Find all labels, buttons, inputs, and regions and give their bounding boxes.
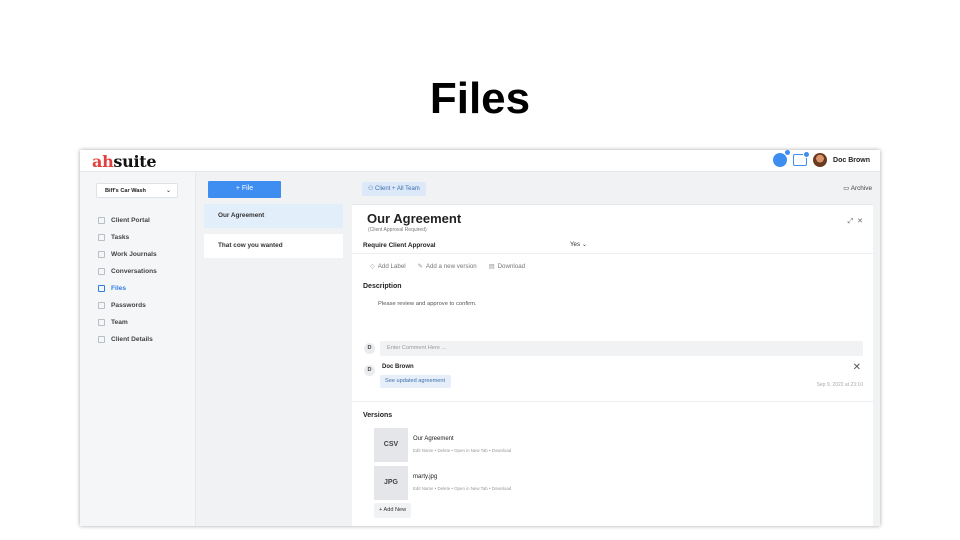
sidebar-item-tasks[interactable]: Tasks	[98, 229, 157, 246]
sidebar-item-work-journals[interactable]: Work Journals	[98, 246, 157, 263]
audience-pill[interactable]: ⚇ Client + All Team	[362, 182, 426, 196]
sidebar: Biff's Car Wash ⌄ Client Portal Tasks Wo…	[80, 172, 196, 526]
top-bar-right: Doc Brown	[773, 150, 870, 167]
account-select[interactable]: Biff's Car Wash ⌄	[96, 183, 178, 198]
version-links[interactable]: Edit Name • Delete • Open in New Tab • D…	[413, 486, 511, 491]
journal-icon	[98, 251, 105, 258]
notification-badge	[784, 150, 792, 156]
chevron-down-icon: ⌄	[581, 241, 588, 248]
top-bar: ahsuite Doc Brown	[80, 150, 880, 172]
avatar: D	[364, 343, 375, 354]
archive-icon: ▭	[843, 185, 851, 192]
version-name: Our Agreement	[413, 436, 454, 442]
sidebar-nav: Client Portal Tasks Work Journals Conver…	[98, 212, 157, 348]
comment-date: Sep 9, 2022 at 23:10	[816, 382, 863, 388]
portal-icon	[98, 217, 105, 224]
logo-text: suite	[113, 152, 157, 171]
info-icon	[98, 336, 105, 343]
file-type-thumb[interactable]: JPG	[374, 466, 408, 500]
messages-icon[interactable]	[793, 151, 811, 166]
file-detail-panel: ⚇ Client + All Team ▭ Archive Our Agreem…	[352, 172, 880, 526]
pencil-icon: ✎	[417, 263, 423, 270]
approval-row: Require Client Approval Yes ⌄	[352, 236, 873, 254]
file-subtitle: (Client Approval Required)	[368, 227, 427, 233]
comment-author: Doc Brown	[382, 364, 414, 370]
account-name: Biff's Car Wash	[105, 188, 146, 194]
add-file-button[interactable]: + File	[208, 181, 281, 198]
file-type-thumb[interactable]: CSV	[374, 428, 408, 462]
message-badge	[803, 151, 811, 158]
close-icon[interactable]: ✕	[857, 218, 863, 225]
version-links[interactable]: Edit Name • Delete • Open in New Tab • D…	[413, 448, 511, 453]
sidebar-item-files[interactable]: Files	[98, 280, 157, 297]
team-icon: ⚇	[368, 186, 376, 192]
sidebar-item-passwords[interactable]: Passwords	[98, 297, 157, 314]
slide-title: Files	[429, 74, 531, 123]
add-version-text: Add a new version	[425, 263, 477, 270]
logo-mark: ah	[92, 152, 114, 171]
description-text: Please review and approve to confirm.	[378, 301, 477, 307]
sidebar-item-team[interactable]: Team	[98, 314, 157, 331]
tasks-icon	[98, 234, 105, 241]
approval-label: Require Client Approval	[363, 242, 436, 249]
notifications-icon[interactable]	[773, 150, 792, 167]
sidebar-item-label: Tasks	[111, 234, 130, 241]
add-label-button[interactable]: ◇ Add Label	[370, 263, 406, 270]
download-text: Download	[497, 263, 526, 270]
chevron-down-icon: ⌄	[165, 188, 171, 194]
approval-value: Yes	[570, 241, 581, 248]
avatar: D	[364, 365, 375, 376]
avatar[interactable]	[813, 153, 828, 167]
file-title: Our Agreement	[367, 211, 462, 226]
close-icon[interactable]: ✕	[853, 362, 861, 373]
sidebar-item-conversations[interactable]: Conversations	[98, 263, 157, 280]
sidebar-item-client-portal[interactable]: Client Portal	[98, 212, 157, 229]
folder-icon	[98, 285, 105, 292]
sidebar-item-label: Team	[111, 319, 128, 326]
sidebar-item-label: Files	[111, 285, 127, 292]
sidebar-item-label: Client Details	[111, 336, 153, 343]
sidebar-item-label: Passwords	[111, 302, 146, 309]
file-card: Our Agreement (Client Approval Required)…	[352, 204, 873, 526]
add-label-text: Add Label	[377, 263, 406, 270]
team-icon	[98, 319, 105, 326]
comment-input[interactable]: Enter Comment Here ...	[380, 341, 863, 356]
description-heading: Description	[363, 283, 402, 290]
file-list: + File Our Agreement That cow you wanted	[196, 172, 352, 526]
file-item[interactable]: That cow you wanted	[204, 234, 343, 258]
add-version-button[interactable]: ✎ Add a new version	[418, 263, 477, 270]
download-button[interactable]: ▤ Download	[489, 263, 525, 270]
audience-label: Client + All Team	[375, 186, 420, 192]
approval-select[interactable]: Yes ⌄	[570, 241, 587, 248]
user-name[interactable]: Doc Brown	[833, 157, 870, 164]
app-window: ahsuite Doc Brown Biff's Car Wash ⌄ Clie…	[80, 150, 880, 526]
expand-icon[interactable]: ⤢	[848, 218, 854, 225]
card-controls: ⤢ ✕	[848, 217, 863, 226]
file-actions: ◇ Add Label ✎ Add a new version ▤ Download	[370, 263, 525, 270]
app-logo[interactable]: ahsuite	[92, 152, 157, 171]
sidebar-item-label: Client Portal	[111, 217, 150, 224]
lock-icon	[98, 302, 105, 309]
sidebar-item-label: Conversations	[111, 268, 157, 275]
download-icon: ▤	[488, 263, 495, 270]
archive-label: Archive	[850, 185, 872, 192]
file-item[interactable]: Our Agreement	[204, 204, 343, 228]
add-new-version-button[interactable]: + Add New	[374, 503, 412, 518]
comment-text: See updated agreement	[380, 375, 452, 388]
sidebar-item-label: Work Journals	[111, 251, 157, 258]
sidebar-item-client-details[interactable]: Client Details	[98, 331, 157, 348]
divider	[352, 401, 873, 402]
versions-heading: Versions	[363, 412, 393, 419]
chat-icon	[98, 268, 105, 275]
archive-button[interactable]: ▭ Archive	[843, 184, 872, 192]
tag-icon: ◇	[370, 263, 375, 270]
version-name: marty.jpg	[413, 474, 438, 480]
